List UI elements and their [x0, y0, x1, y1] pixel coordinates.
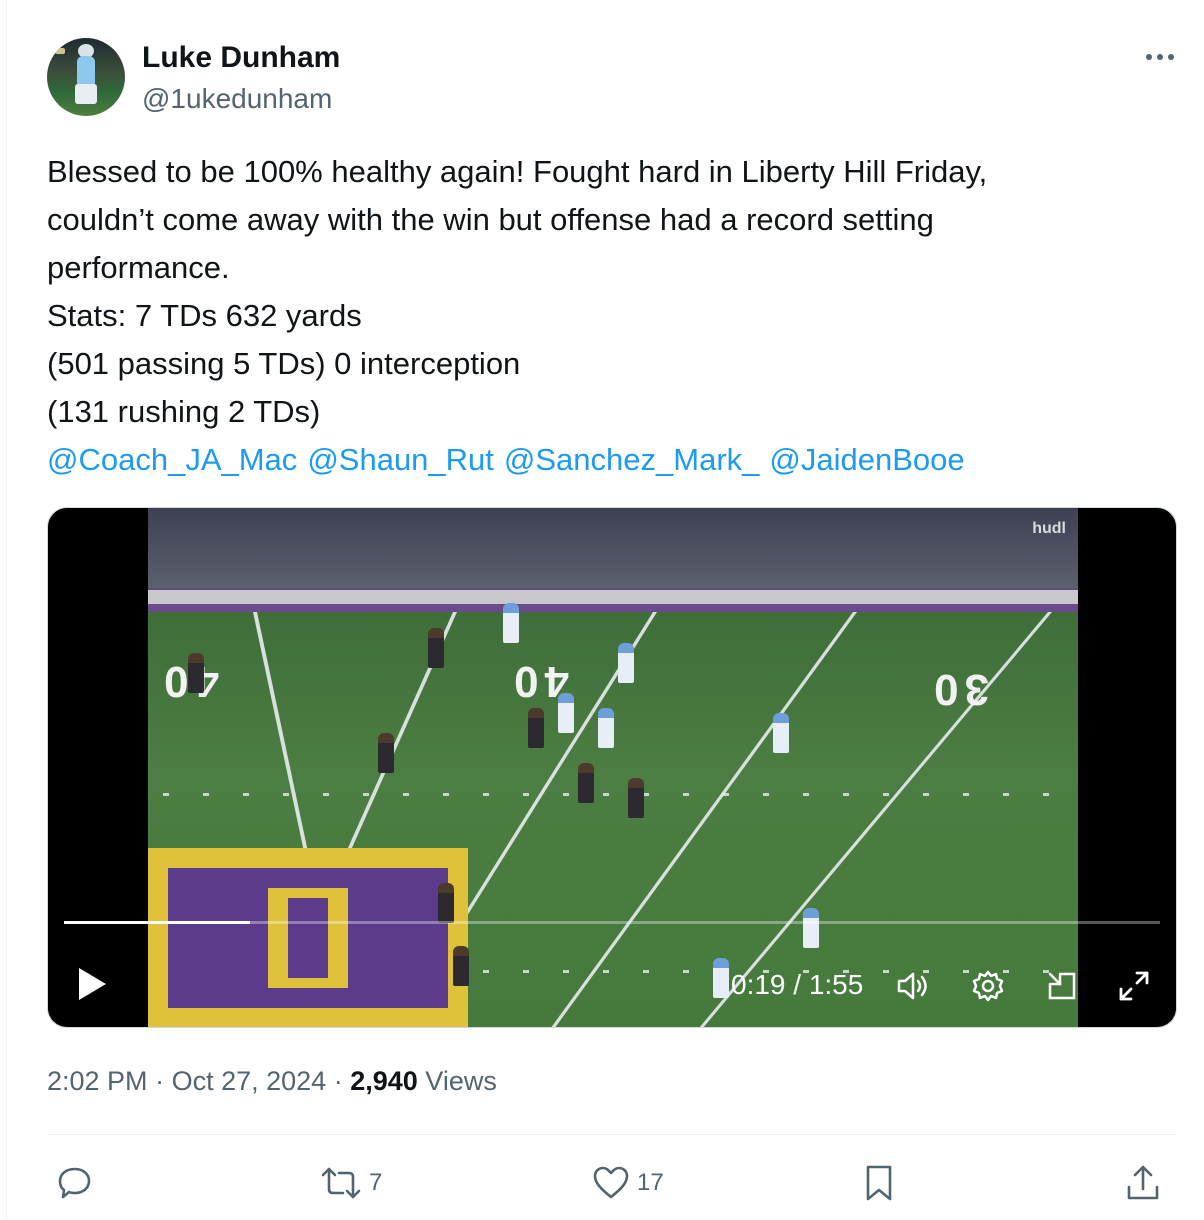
mentions-line: @Coach_JA_Mac @Shaun_Rut @Sanchez_Mark_ @Ja… [47, 436, 1167, 484]
divider [47, 1134, 1177, 1135]
picture-in-picture-button[interactable] [1042, 966, 1082, 1006]
tweet-line: (131 rushing 2 TDs) [47, 394, 321, 429]
author-display-name[interactable]: Luke Dunham [142, 41, 340, 75]
tweet-line: Blessed to be 100% healthy again! Fought… [47, 154, 988, 189]
mention-link[interactable]: @Shaun_Rut [307, 442, 494, 477]
retweet-count: 7 [369, 1169, 383, 1196]
tweet-line: Stats: 7 TDs 632 yards [47, 298, 362, 333]
end-zone-logo [148, 848, 468, 1027]
play-button[interactable] [74, 964, 110, 1004]
volume-icon [897, 972, 927, 1000]
mention-link[interactable]: @JaidenBooe [769, 442, 964, 477]
more-dots-icon [1146, 54, 1174, 60]
picture-in-picture-icon [1048, 972, 1076, 1000]
like-button[interactable]: 17 [591, 1163, 664, 1203]
bookmark-icon [866, 1165, 892, 1201]
share-icon [1127, 1165, 1159, 1200]
views-label: Views [425, 1066, 497, 1096]
author-handle[interactable]: @1ukedunham [142, 83, 332, 115]
video-player[interactable]: 40 40 30 hudl [47, 507, 1177, 1028]
tweet-line: (501 passing 5 TDs) 0 interception [47, 346, 521, 381]
settings-button[interactable] [968, 966, 1008, 1006]
video-time: 0:19 / 1:55 [731, 969, 864, 1000]
tweet-date[interactable]: Oct 27, 2024 [172, 1066, 327, 1096]
video-progress-fill [64, 921, 251, 924]
share-button[interactable] [1123, 1163, 1163, 1203]
tweet-time[interactable]: 2:02 PM [47, 1066, 148, 1096]
video-progress-bar[interactable] [64, 921, 1160, 924]
reply-bubble-icon [58, 1167, 91, 1199]
expand-icon [1119, 971, 1149, 1001]
tweet-text: Blessed to be 100% healthy again! Fought… [47, 148, 1167, 484]
tweet-line: couldn’t come away with the win but offe… [47, 202, 934, 237]
tweet-card: Luke Dunham @1ukedunham Blessed to be 10… [6, 0, 1204, 1220]
more-options-button[interactable] [1143, 40, 1177, 74]
field-number: 30 [928, 665, 989, 714]
retweet-icon [321, 1167, 361, 1199]
mention-link[interactable]: @Sanchez_Mark_ [504, 442, 759, 477]
retweet-button[interactable]: 7 [319, 1163, 382, 1203]
gear-icon [972, 970, 1004, 1002]
fullscreen-button[interactable] [1114, 966, 1154, 1006]
hudl-watermark: hudl [1032, 520, 1066, 537]
mention-link[interactable]: @Coach_JA_Mac [47, 442, 297, 477]
views-count: 2,940 [350, 1066, 418, 1096]
bookmark-button[interactable] [859, 1163, 899, 1203]
video-frame: 40 40 30 hudl [148, 508, 1078, 1027]
tweet-line: performance. [47, 250, 230, 285]
volume-button[interactable] [894, 966, 934, 1006]
tweet-meta: 2:02 PM · Oct 27, 2024 · 2,940 Views [47, 1066, 497, 1096]
avatar[interactable] [47, 38, 125, 116]
reply-button[interactable] [55, 1163, 101, 1203]
heart-icon [593, 1166, 629, 1199]
like-count: 17 [637, 1169, 664, 1196]
play-icon [79, 968, 106, 1000]
